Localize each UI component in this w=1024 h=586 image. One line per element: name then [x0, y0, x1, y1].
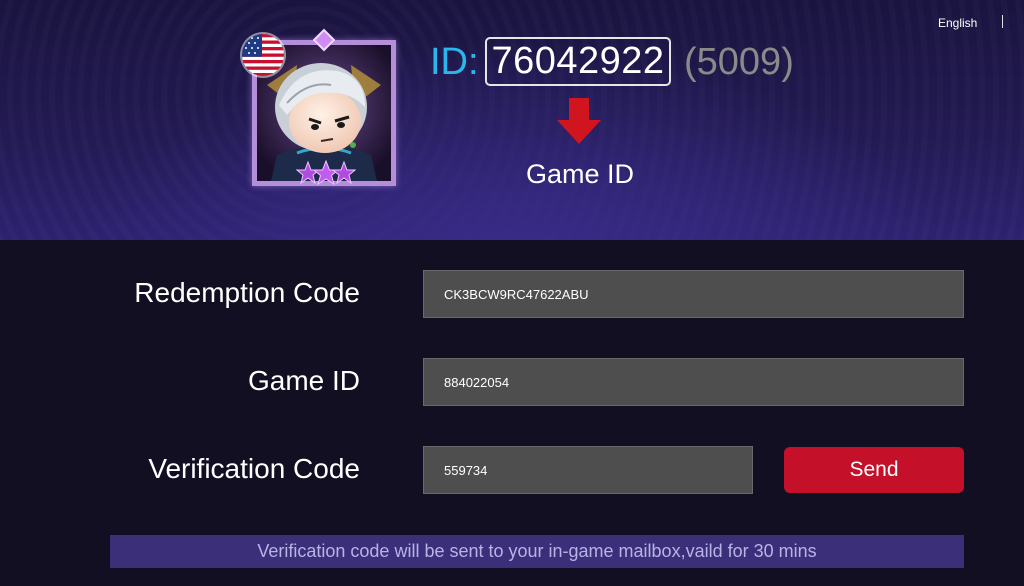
verification-notice: Verification code will be sent to your i…: [110, 535, 964, 568]
rank-stars: [296, 160, 356, 186]
server-number: (5009): [684, 41, 794, 83]
verification-code-input[interactable]: [423, 446, 753, 494]
star-icon: [312, 160, 340, 186]
id-label: ID:: [430, 41, 479, 83]
redemption-page: English ID: 76042922 (5009) Game ID Rede…: [0, 0, 1024, 586]
header-banner: English ID: 76042922 (5009) Game ID: [0, 0, 1024, 240]
star-icon: [331, 160, 356, 185]
down-arrow-icon: [557, 98, 601, 144]
redemption-code-label: Redemption Code: [134, 277, 360, 308]
game-id-caption: Game ID: [525, 159, 635, 189]
verification-code-label: Verification Code: [148, 453, 360, 484]
us-flag-icon: [242, 34, 284, 76]
game-id-input[interactable]: [423, 358, 964, 406]
language-selector[interactable]: English: [938, 16, 977, 30]
send-button[interactable]: Send: [784, 447, 964, 493]
star-icon: [296, 160, 321, 185]
game-id-label: Game ID: [247, 365, 360, 396]
redemption-code-input[interactable]: [423, 270, 964, 318]
game-id-highlight: 76042922: [485, 37, 671, 86]
language-divider: [1002, 15, 1003, 28]
